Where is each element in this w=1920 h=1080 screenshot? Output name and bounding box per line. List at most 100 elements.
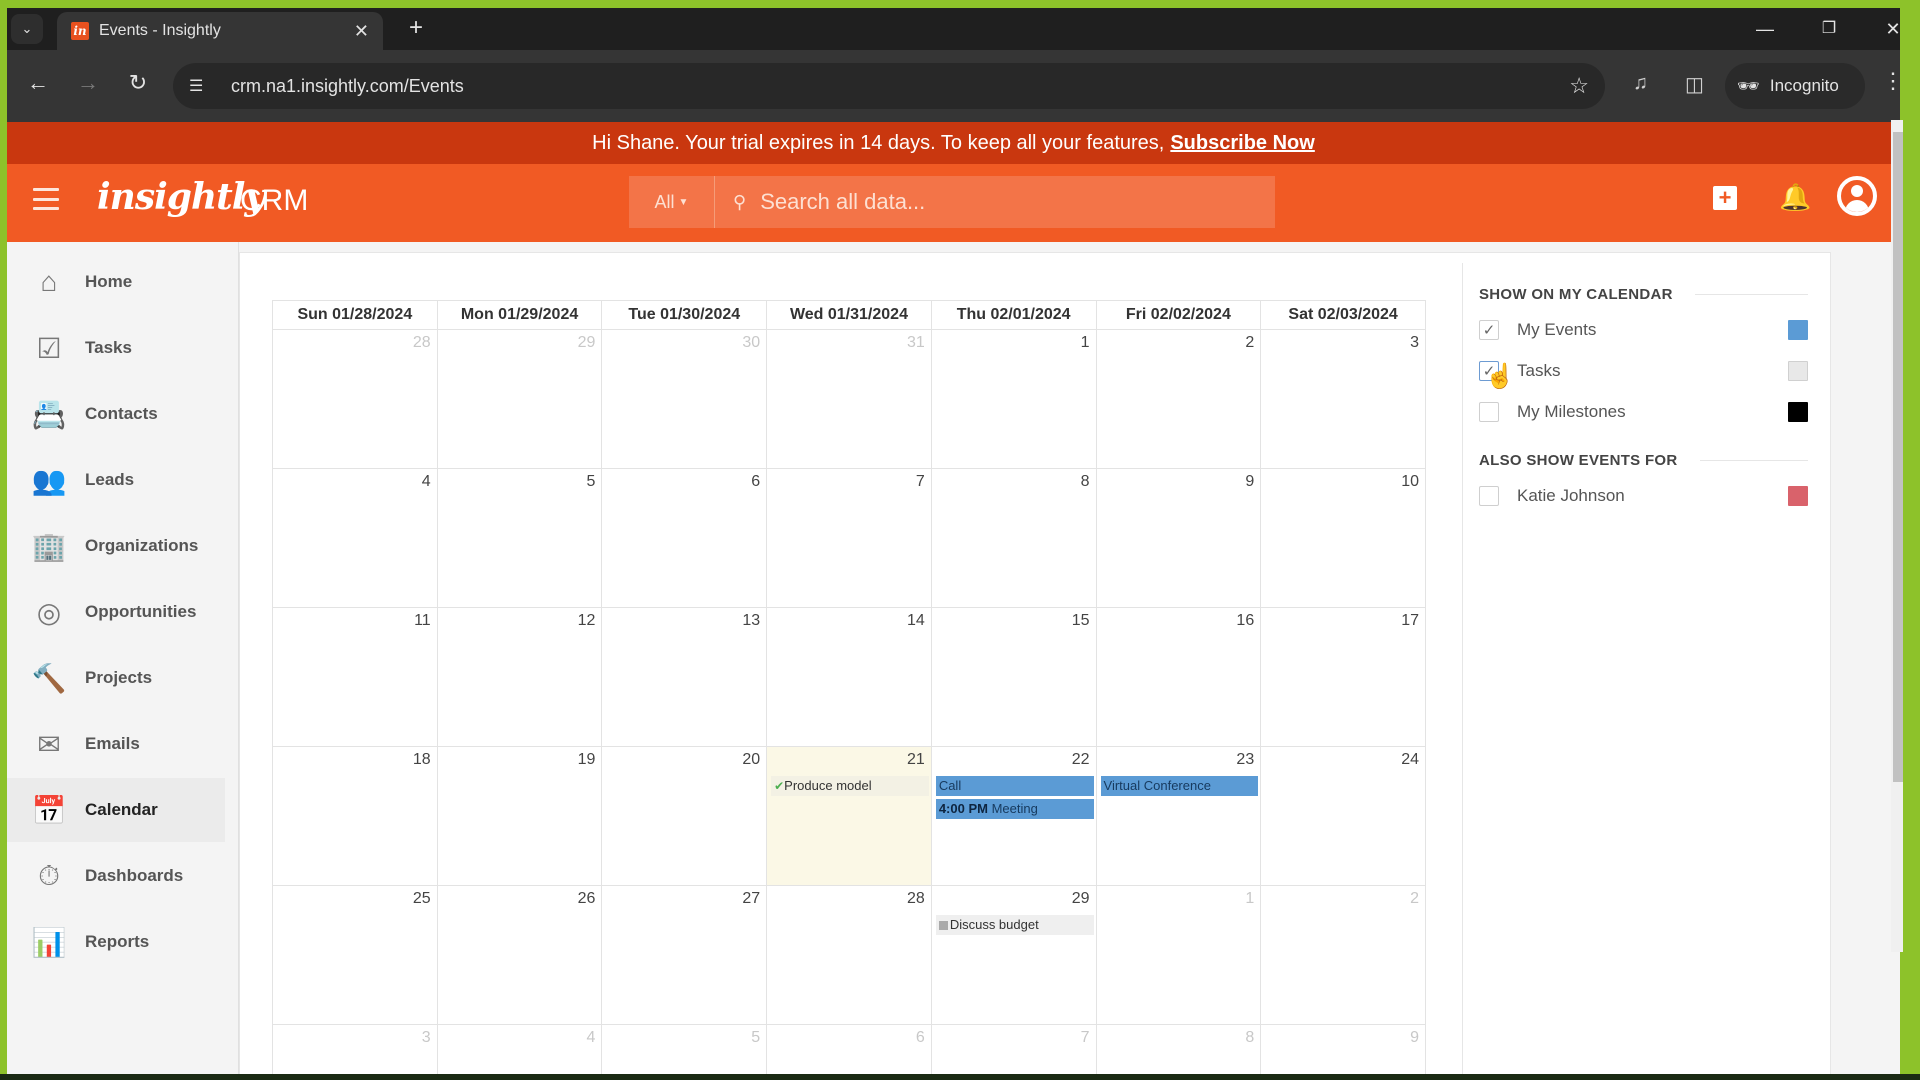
color-swatch[interactable] [1788,401,1808,422]
sidebar-item-opportunities[interactable]: ◎ Opportunities [7,580,225,644]
day-cell[interactable]: 7 [930,1024,1097,1074]
day-cell[interactable]: 2 [1095,329,1262,469]
day-cell-today[interactable]: 21 ✔Produce model [766,746,932,886]
day-cell[interactable]: 8 [930,468,1097,608]
day-column-header: Wed 01/31/2024 [766,300,932,330]
filter-label[interactable]: My Events [1517,320,1788,340]
day-cell[interactable]: 24 [1260,746,1426,886]
browser-tab[interactable]: in Events - Insightly ✕ [57,12,383,50]
address-bar[interactable]: ☰ crm.na1.insightly.com/Events ☆ [173,63,1605,109]
hamburger-menu-icon[interactable] [33,188,59,210]
day-cell[interactable]: 13 [601,607,768,747]
sidebar-item-dashboards[interactable]: ⏱ Dashboards [7,844,225,908]
bookmark-star-icon[interactable]: ☆ [1569,73,1589,99]
filter-checkbox[interactable] [1479,401,1499,422]
filter-checkbox[interactable]: ✓ [1479,319,1499,340]
day-cell[interactable]: 31 [766,329,932,469]
day-column-header: Sun 01/28/2024 [272,300,438,330]
calendar-task[interactable]: ✔Produce model [771,776,929,796]
day-cell[interactable]: 3 [272,1024,438,1074]
sidebar-item-organizations[interactable]: 🏢 Organizations [7,514,225,578]
day-cell[interactable]: 12 [436,607,603,747]
day-number: 5 [751,1029,761,1046]
day-cell[interactable]: 25 [272,885,438,1025]
calendar-task[interactable]: Discuss budget [935,915,1094,935]
day-cell[interactable]: 15 [930,607,1097,747]
search-scope-dropdown[interactable]: All ▼ [629,176,715,228]
close-icon[interactable]: ✕ [354,21,369,42]
day-cell[interactable]: 8 [1095,1024,1262,1074]
color-swatch[interactable] [1788,485,1808,506]
sidebar-item-projects[interactable]: 🔨 Projects [7,646,225,710]
sidebar-item-home[interactable]: ⌂ Home [7,250,225,314]
day-cell[interactable]: 14 [766,607,932,747]
url-text[interactable]: crm.na1.insightly.com/Events [231,76,1569,97]
day-cell[interactable]: 28 [272,329,438,469]
sidebar-item-reports[interactable]: 📊 Reports [7,910,225,974]
tab-search-icon[interactable]: ⌄ [11,14,43,44]
site-info-icon[interactable]: ☰ [189,76,219,96]
minimize-icon[interactable]: — [1745,14,1785,44]
day-cell[interactable]: 4 [272,468,438,608]
day-cell[interactable]: 22 Call 4:00 PM Meeting [930,746,1097,886]
restore-icon[interactable]: ❐ [1809,14,1849,44]
day-cell[interactable]: 5 [436,468,603,608]
day-cell[interactable]: 28 [766,885,932,1025]
day-cell[interactable]: 4 [436,1024,603,1074]
sidebar-item-tasks[interactable]: ☑ Tasks [7,316,225,380]
calendar-event[interactable]: Call [935,776,1094,796]
day-cell[interactable]: 27 [601,885,768,1025]
day-cell[interactable]: 2 [1260,885,1426,1025]
user-avatar-icon[interactable] [1837,176,1877,216]
day-cell[interactable]: 7 [766,468,932,608]
color-swatch[interactable] [1788,360,1808,381]
day-cell[interactable]: 9 [1095,468,1262,608]
day-cell[interactable]: 6 [766,1024,932,1074]
filter-label[interactable]: Tasks [1517,361,1788,381]
notifications-bell-icon[interactable]: 🔔 [1779,182,1811,213]
menu-icon[interactable]: ⋮ [1882,68,1900,94]
filter-label[interactable]: My Milestones [1517,402,1788,422]
day-cell[interactable]: 18 [272,746,438,886]
product-name: CRM [240,184,309,217]
day-cell[interactable]: 3 [1260,329,1426,469]
search-input[interactable] [760,189,1241,215]
app-header: insightly CRM All▼ ⚲ + 🔔 [7,164,1900,242]
sidebar-item-contacts[interactable]: 📇 Contacts [7,382,225,446]
forward-icon[interactable]: → [71,70,105,96]
reload-icon[interactable]: ↻ [121,70,155,96]
day-cell[interactable]: 19 [436,746,603,886]
day-cell[interactable]: 5 [601,1024,768,1074]
day-cell[interactable]: 1 [930,329,1097,469]
day-cell[interactable]: 6 [601,468,768,608]
new-tab-icon[interactable]: + [401,14,431,42]
window-close-icon[interactable]: ✕ [1873,14,1900,44]
day-cell[interactable]: 16 [1095,607,1262,747]
filter-label[interactable]: Katie Johnson [1517,486,1788,506]
day-cell[interactable]: 11 [272,607,438,747]
filter-checkbox[interactable] [1479,485,1499,506]
day-cell[interactable]: 17 [1260,607,1426,747]
day-cell[interactable]: 26 [436,885,603,1025]
color-swatch[interactable] [1788,319,1808,340]
sidebar-item-calendar[interactable]: 📅 Calendar [7,778,225,842]
sidebar-item-leads[interactable]: 👥 Leads [7,448,225,512]
add-new-icon[interactable]: + [1713,186,1737,210]
day-cell[interactable]: 29 [436,329,603,469]
media-icon[interactable]: ♫ [1633,72,1648,95]
subscribe-now-link[interactable]: Subscribe Now [1170,132,1314,155]
calendar-event[interactable]: Virtual Conference [1100,776,1259,796]
sidebar-item-emails[interactable]: ✉ Emails [7,712,225,776]
day-cell[interactable]: 23 Virtual Conference [1095,746,1262,886]
incognito-badge[interactable]: 🕶 Incognito [1725,63,1865,109]
back-icon[interactable]: ← [21,70,55,96]
scrollbar-thumb[interactable] [1893,132,1903,782]
day-cell[interactable]: 30 [601,329,768,469]
calendar-event[interactable]: 4:00 PM Meeting [935,799,1094,819]
day-cell[interactable]: 9 [1260,1024,1426,1074]
day-cell[interactable]: 20 [601,746,768,886]
side-panel-icon[interactable]: ◫ [1685,72,1704,97]
day-cell[interactable]: 29 Discuss budget [930,885,1097,1025]
day-cell[interactable]: 10 [1260,468,1426,608]
day-cell[interactable]: 1 [1095,885,1262,1025]
